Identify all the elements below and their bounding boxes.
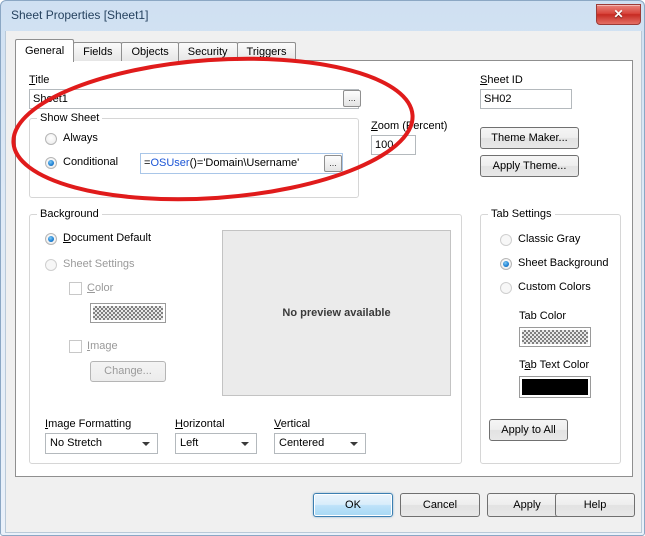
background-group: Background Document Default Sheet Settin… bbox=[29, 208, 462, 464]
horizontal-value: Left bbox=[180, 437, 199, 449]
tab-text-color-swatch-fill bbox=[522, 379, 588, 395]
background-color-swatch[interactable] bbox=[90, 303, 166, 323]
tab-security[interactable]: Security bbox=[177, 42, 238, 61]
tab-fields[interactable]: Fields bbox=[73, 42, 123, 61]
vertical-label: Vertical bbox=[274, 418, 311, 430]
vertical-select[interactable]: Centered bbox=[274, 433, 366, 454]
tab-text-color-swatch[interactable] bbox=[519, 376, 591, 398]
radio-always[interactable] bbox=[45, 133, 57, 145]
image-formatting-label: Image Formatting bbox=[45, 418, 132, 430]
show-sheet-group: Show Sheet Always Conditional =OSUser()=… bbox=[29, 112, 359, 198]
chevron-down-icon bbox=[142, 442, 150, 446]
background-preview: No preview available bbox=[222, 230, 451, 396]
zoom-label: Zoom (Percent) bbox=[371, 120, 448, 132]
chevron-down-icon bbox=[241, 442, 249, 446]
tab-general[interactable]: General bbox=[15, 39, 75, 62]
radio-sheet-background[interactable] bbox=[500, 258, 512, 270]
checkbox-image[interactable] bbox=[69, 340, 82, 353]
radio-document-default[interactable] bbox=[45, 233, 57, 245]
expression-browse-button[interactable]: ... bbox=[324, 155, 342, 172]
conditional-expression-input[interactable]: =OSUser()='Domain\Username' bbox=[140, 153, 343, 174]
tab-triggers[interactable]: Triggers bbox=[236, 42, 297, 61]
title-input[interactable]: Sheet1 bbox=[29, 89, 359, 109]
dialog-client-area: General Fields Objects Security Triggers… bbox=[5, 31, 642, 533]
screen: Sheet Properties [Sheet1] ✕ General Fiel… bbox=[0, 0, 645, 536]
help-button[interactable]: Help bbox=[555, 493, 635, 517]
dialog-window: Sheet Properties [Sheet1] ✕ General Fiel… bbox=[0, 0, 645, 536]
title-bar: Sheet Properties [Sheet1] ✕ bbox=[1, 1, 645, 31]
tab-color-swatch[interactable] bbox=[519, 327, 591, 347]
tab-color-label: Tab Color bbox=[519, 310, 567, 322]
tab-text-color-label: Tab Text Color bbox=[519, 359, 590, 371]
radio-conditional[interactable] bbox=[45, 157, 57, 169]
horizontal-select[interactable]: Left bbox=[175, 433, 257, 454]
close-button[interactable]: ✕ bbox=[596, 4, 641, 25]
tab-settings-group: Tab Settings Classic Gray Sheet Backgrou… bbox=[480, 208, 621, 464]
checkbox-color[interactable] bbox=[69, 282, 82, 295]
tab-page-general: Title Sheet1 ... Show Sheet Always Condi… bbox=[15, 60, 633, 477]
background-color-swatch-fill bbox=[93, 306, 163, 320]
background-group-label: Background bbox=[37, 208, 102, 220]
ellipsis-icon: ... bbox=[348, 93, 356, 103]
title-label: Title bbox=[29, 74, 50, 86]
radio-sheet-background-label: Sheet Background bbox=[518, 257, 609, 269]
sheet-id-label: Sheet ID bbox=[480, 74, 523, 86]
ok-button[interactable]: OK bbox=[313, 493, 393, 517]
radio-classic-gray[interactable] bbox=[500, 234, 512, 246]
tab-color-swatch-fill bbox=[522, 330, 588, 344]
ellipsis-icon: ... bbox=[329, 158, 337, 168]
sheet-id-input[interactable]: SH02 bbox=[480, 89, 572, 109]
tab-settings-group-label: Tab Settings bbox=[488, 208, 555, 220]
checkbox-image-label: Image bbox=[87, 340, 118, 352]
radio-custom-colors[interactable] bbox=[500, 282, 512, 294]
zoom-input[interactable]: 100 bbox=[371, 135, 416, 155]
image-formatting-value: No Stretch bbox=[50, 437, 102, 449]
title-browse-button[interactable]: ... bbox=[343, 90, 361, 107]
radio-document-default-label: Document Default bbox=[63, 232, 152, 244]
preview-empty-text: No preview available bbox=[282, 307, 391, 319]
checkbox-color-label: Color bbox=[87, 282, 114, 294]
image-formatting-select[interactable]: No Stretch bbox=[45, 433, 158, 454]
radio-sheet-settings[interactable] bbox=[45, 259, 57, 271]
chevron-down-icon bbox=[350, 442, 358, 446]
tab-objects[interactable]: Objects bbox=[121, 42, 179, 61]
apply-to-all-button[interactable]: Apply to All bbox=[489, 419, 568, 441]
radio-classic-gray-label: Classic Gray bbox=[518, 233, 581, 245]
expression-function: OSUser bbox=[150, 157, 190, 169]
window-title: Sheet Properties [Sheet1] bbox=[11, 8, 149, 22]
radio-always-label: Always bbox=[63, 132, 98, 144]
tab-strip: General Fields Objects Security Triggers bbox=[15, 39, 297, 62]
radio-conditional-label: Conditional bbox=[63, 156, 119, 168]
horizontal-label: Horizontal bbox=[175, 418, 225, 430]
close-icon: ✕ bbox=[613, 7, 624, 21]
expression-suffix: ()='Domain\Username' bbox=[189, 157, 300, 169]
apply-theme-button[interactable]: Apply Theme... bbox=[480, 155, 579, 177]
cancel-button[interactable]: Cancel bbox=[400, 493, 480, 517]
show-sheet-group-label: Show Sheet bbox=[37, 112, 103, 124]
change-image-button[interactable]: Change... bbox=[90, 361, 166, 382]
radio-sheet-settings-label: Sheet Settings bbox=[63, 258, 135, 270]
vertical-value: Centered bbox=[279, 437, 325, 449]
radio-custom-colors-label: Custom Colors bbox=[518, 281, 591, 293]
theme-maker-button[interactable]: Theme Maker... bbox=[480, 127, 579, 149]
